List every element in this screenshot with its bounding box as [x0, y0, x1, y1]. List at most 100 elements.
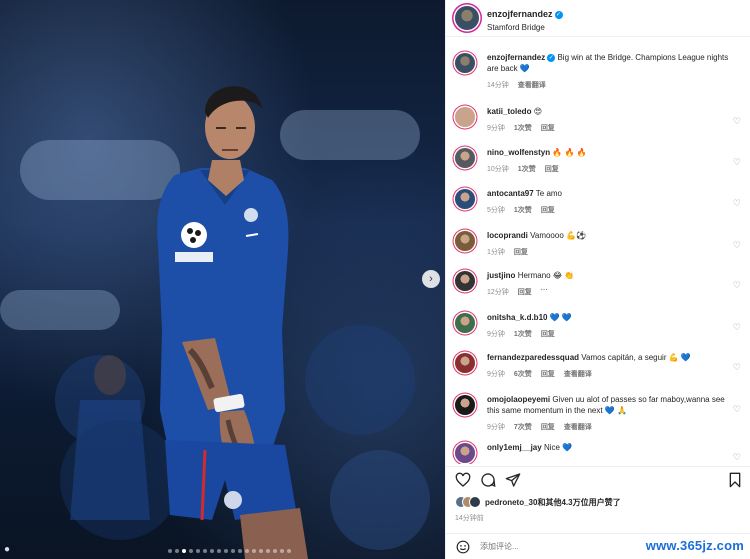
author-username[interactable]: enzojfernandez	[487, 9, 553, 19]
commenter-avatar[interactable]	[455, 148, 475, 168]
commenter-username[interactable]: omojolaopeyemi	[487, 395, 550, 404]
next-arrow-icon[interactable]: ›	[422, 270, 440, 288]
commenter-avatar[interactable]	[455, 107, 475, 127]
comment-text: Hermano 😂 👏	[517, 271, 575, 280]
likes-summary[interactable]: pedroneto_30和其他4.3万位用户赞了	[455, 496, 621, 509]
comment-like-heart-icon[interactable]: ♡	[733, 116, 741, 127]
comment-likes[interactable]: 1次赞	[514, 329, 532, 339]
comment-text: 😍	[533, 107, 543, 116]
reply-button[interactable]: 回复	[541, 422, 555, 432]
player-illustration	[0, 86, 430, 559]
add-comment-input[interactable]	[480, 542, 630, 551]
comment-like-heart-icon[interactable]: ♡	[733, 322, 741, 333]
comment-row: katii_toledo 😍 9分钟 1次赞 回复 ♡	[455, 106, 745, 133]
comment-like-heart-icon[interactable]: ♡	[733, 198, 741, 209]
commenter-username[interactable]: justjino	[487, 271, 515, 280]
comment-row: only1emj__jay Nice 💙 ♡	[455, 442, 745, 463]
see-translation-link[interactable]: ···	[541, 287, 548, 297]
post-header: enzojfernandez ✓ Stamford Bridge	[446, 0, 750, 37]
comment-time: 9分钟	[487, 331, 505, 338]
comment-like-heart-icon[interactable]: ♡	[733, 157, 741, 168]
commenter-username[interactable]: onitsha_k.d.b10	[487, 313, 547, 322]
share-icon[interactable]	[505, 472, 521, 488]
comment-like-heart-icon[interactable]: ♡	[733, 280, 741, 291]
comment-row: onitsha_k.d.b10 💙 💙 9分钟 1次赞 回复 ♡	[455, 312, 745, 339]
see-translation-link[interactable]: 查看翻译	[518, 80, 546, 90]
comment-text: Nice 💙	[543, 443, 573, 452]
tagged-user-icon[interactable]: ●	[4, 544, 10, 555]
caption-row: enzojfernandez ✓ Big win at the Bridge. C…	[455, 52, 745, 90]
comment-text: Vamos capitán, a seguir 💪 💙	[581, 353, 691, 362]
comment-text: 🔥 🔥 🔥	[552, 148, 587, 157]
comment-likes[interactable]: 7次赞	[514, 422, 532, 432]
reply-button[interactable]: 回复	[541, 369, 555, 379]
liker-avatars	[455, 496, 481, 509]
comment-likes[interactable]: 1次赞	[518, 164, 536, 174]
caption-username[interactable]: enzojfernandez	[487, 53, 545, 62]
reply-button[interactable]: 回复	[518, 287, 532, 297]
site-watermark: www.365jz.com	[645, 538, 744, 553]
comment-row: justjino Hermano 😂 👏 12分钟 回复 ··· ♡	[455, 270, 745, 297]
commenter-avatar[interactable]	[455, 231, 475, 251]
commenter-avatar[interactable]	[455, 395, 475, 415]
commenter-avatar[interactable]	[455, 189, 475, 209]
comment-like-heart-icon[interactable]: ♡	[733, 452, 741, 463]
reply-button[interactable]: 回复	[541, 329, 555, 339]
commenter-username[interactable]: locoprandi	[487, 231, 528, 240]
comment-likes[interactable]: 1次赞	[514, 205, 532, 215]
comment-icon[interactable]	[480, 472, 496, 488]
commenter-avatar[interactable]	[455, 443, 475, 463]
liker-username[interactable]: pedroneto_30	[485, 498, 537, 507]
comment-row: omojolaopeyemi Given uu alot of passes s…	[455, 394, 745, 432]
likes-count-text[interactable]: 和其他4.3万位用户赞了	[537, 498, 620, 507]
comment-row: locoprandi Vamoooo 💪⚽ 1分钟 回复 ♡	[455, 230, 745, 257]
caption-time: 14分钟	[487, 82, 509, 89]
commenter-username[interactable]: fernandezparedessquad	[487, 353, 579, 362]
reply-button[interactable]: 回复	[541, 205, 555, 215]
comment-likes[interactable]: 6次赞	[514, 369, 532, 379]
action-bar	[446, 466, 750, 494]
reply-button[interactable]: 回复	[514, 247, 528, 257]
comment-time: 12分钟	[487, 289, 509, 296]
see-translation-link[interactable]: 查看翻译	[564, 422, 592, 432]
emoji-icon[interactable]	[456, 540, 470, 554]
reply-button[interactable]: 回复	[545, 164, 559, 174]
commenter-username[interactable]: antocanta97	[487, 189, 534, 198]
commenter-username[interactable]: nino_wolfenstyn	[487, 148, 550, 157]
post-time: 14分钟前	[455, 515, 484, 522]
comment-row: nino_wolfenstyn 🔥 🔥 🔥 10分钟 1次赞 回复 ♡	[455, 147, 745, 174]
comment-like-heart-icon[interactable]: ♡	[733, 362, 741, 373]
commenter-avatar[interactable]	[455, 271, 475, 291]
comment-row: fernandezparedessquad Vamos capitán, a s…	[455, 352, 745, 379]
commenter-username[interactable]: katii_toledo	[487, 107, 531, 116]
comment-time: 1分钟	[487, 249, 505, 256]
comment-like-heart-icon[interactable]: ♡	[733, 240, 741, 251]
comment-time: 10分钟	[487, 166, 509, 173]
commenter-avatar[interactable]	[455, 313, 475, 333]
verified-icon: ✓	[547, 54, 556, 62]
reply-button[interactable]: 回复	[541, 123, 555, 133]
bookmark-icon[interactable]	[727, 472, 743, 488]
author-avatar[interactable]	[455, 53, 475, 73]
comment-text: Vamoooo 💪⚽	[530, 231, 586, 240]
comment-time: 5分钟	[487, 207, 505, 214]
author-avatar[interactable]	[455, 6, 479, 30]
comment-like-heart-icon[interactable]: ♡	[733, 404, 741, 415]
post-panel: enzojfernandez ✓ Stamford Bridge enzojfer…	[445, 0, 750, 559]
heart-icon[interactable]	[455, 472, 471, 488]
comment-list[interactable]: enzojfernandez ✓ Big win at the Bridge. C…	[446, 44, 750, 464]
post-photo: › ●	[0, 0, 445, 559]
post-location[interactable]: Stamford Bridge	[487, 23, 563, 32]
comment-likes[interactable]: 1次赞	[514, 123, 532, 133]
comment-time: 9分钟	[487, 371, 505, 378]
commenter-username[interactable]: only1emj__jay	[487, 443, 542, 452]
comment-row: antocanta97 Te amo 5分钟 1次赞 回复 ♡	[455, 188, 745, 215]
verified-icon: ✓	[554, 11, 563, 20]
comment-text: 💙 💙	[549, 313, 572, 322]
carousel-indicator	[168, 549, 291, 553]
comment-text: Te amo	[535, 189, 562, 198]
commenter-avatar[interactable]	[455, 353, 475, 373]
see-translation-link[interactable]: 查看翻译	[564, 369, 592, 379]
comment-time: 9分钟	[487, 125, 505, 132]
comment-time: 9分钟	[487, 424, 505, 431]
